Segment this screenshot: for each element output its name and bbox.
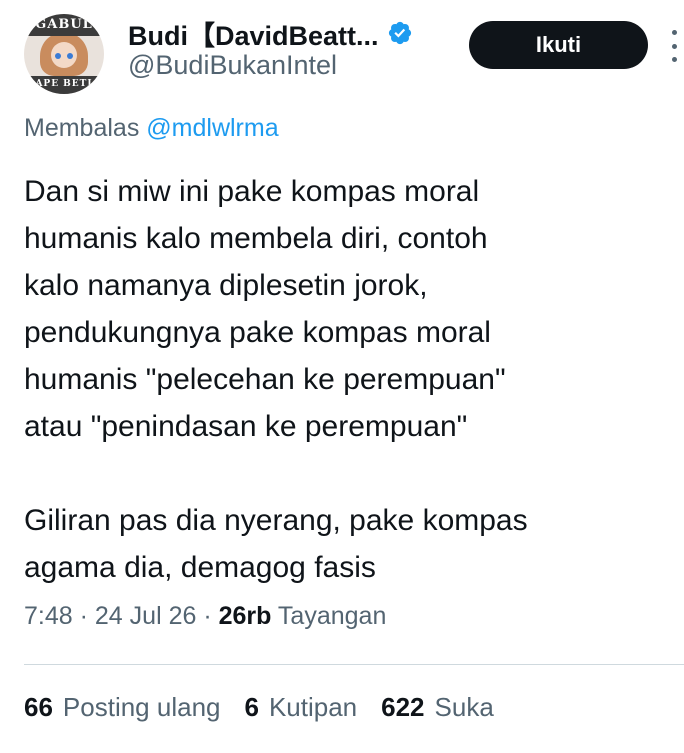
follow-button[interactable]: Ikuti [469,21,648,69]
tweet-line: humanis "pelecehan ke perempuan" [24,363,506,396]
meta-separator: · [79,602,88,630]
reposts-stat[interactable]: 66 Posting ulang [24,692,220,723]
reposts-count: 66 [24,692,53,722]
avatar[interactable]: GABUL APE BETI [24,14,104,94]
views-label: Tayangan [277,602,387,630]
avatar-banner-top: GABUL [24,14,104,36]
avatar-eye-right [67,53,73,59]
views-count: 26rb [218,602,272,630]
author-display-name[interactable]: Budi【DavidBeatt... [128,14,379,53]
quotes-label: Kutipan [268,692,358,722]
more-dot [671,43,677,49]
more-vertical-icon[interactable] [664,30,684,62]
replying-to-handle[interactable]: @mdlwlrma [146,114,278,142]
avatar-eye-left [55,53,61,59]
tweet-text: Dan si miw ini pake kompas moral humanis… [24,168,664,591]
verified-badge-icon[interactable] [387,20,413,46]
tweet-line: humanis kalo membela diri, contoh [24,222,488,255]
likes-label: Suka [434,692,494,722]
author-name-row: Budi【DavidBeatt... [128,14,413,52]
replying-to-prefix: Membalas [24,114,140,142]
tweet-line: pendukungnya pake kompas moral [24,316,491,349]
author-handle[interactable]: @BudiBukanIntel [128,50,337,81]
tweet-time[interactable]: 7:48 [24,602,73,630]
quotes-count: 6 [244,692,259,722]
tweet-line: agama dia, demagog fasis [24,551,376,584]
tweet-line: kalo namanya diplesetin jorok, [24,269,428,302]
likes-count: 622 [381,692,425,722]
avatar-banner-bottom: APE BETI [24,76,104,94]
replying-to: Membalas @mdlwlrma [24,114,279,143]
tweet-date[interactable]: 24 Jul 26 [95,602,196,630]
divider [24,664,684,665]
tweet-line: Giliran pas dia nyerang, pake kompas [24,504,528,537]
reposts-label: Posting ulang [62,692,221,722]
tweet-meta: 7:48 · 24 Jul 26 · 26rb Tayangan [24,602,386,631]
quotes-stat[interactable]: 6 Kutipan [244,692,357,723]
tweet-line: Dan si miw ini pake kompas moral [24,175,480,208]
more-dot [671,30,677,35]
more-dot [671,57,677,62]
meta-separator: · [203,602,212,630]
tweet-line: atau "penindasan ke perempuan" [24,410,468,443]
likes-stat[interactable]: 622 Suka [381,692,494,723]
engagement-stats: 66 Posting ulang 6 Kutipan 622 Suka [24,692,518,723]
